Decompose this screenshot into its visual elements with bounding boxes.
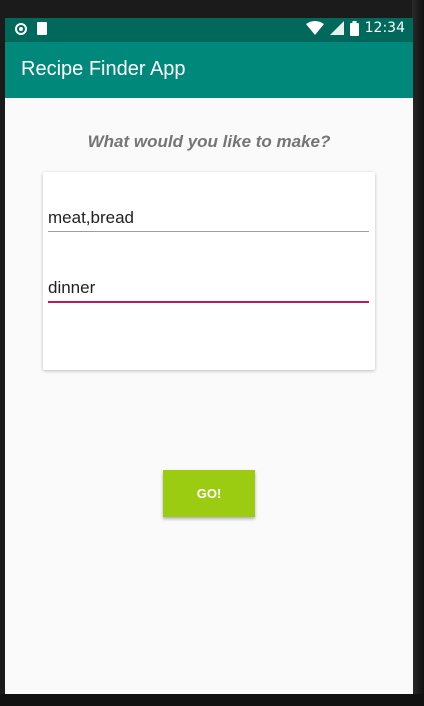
- app-bar: Recipe Finder App: [5, 42, 413, 98]
- wifi-icon: [305, 21, 324, 35]
- input-card: meat,bread dinner: [43, 172, 375, 370]
- meal-input[interactable]: dinner: [48, 278, 369, 303]
- status-bar: 12:34: [5, 18, 413, 42]
- ingredients-input[interactable]: meat,bread: [48, 208, 369, 232]
- go-button[interactable]: GO!: [163, 470, 255, 517]
- battery-icon: [349, 20, 359, 36]
- device-frame-edge: [412, 0, 424, 706]
- device-frame-bottom: [0, 694, 424, 706]
- sd-card-icon: [37, 22, 47, 35]
- main-content: What would you like to make? meat,bread …: [5, 98, 413, 694]
- app-title: Recipe Finder App: [21, 58, 186, 80]
- signal-icon: [329, 21, 344, 35]
- status-time: 12:34: [364, 20, 405, 36]
- question-label: What would you like to make?: [87, 132, 331, 151]
- notification-circle-icon: [15, 22, 27, 35]
